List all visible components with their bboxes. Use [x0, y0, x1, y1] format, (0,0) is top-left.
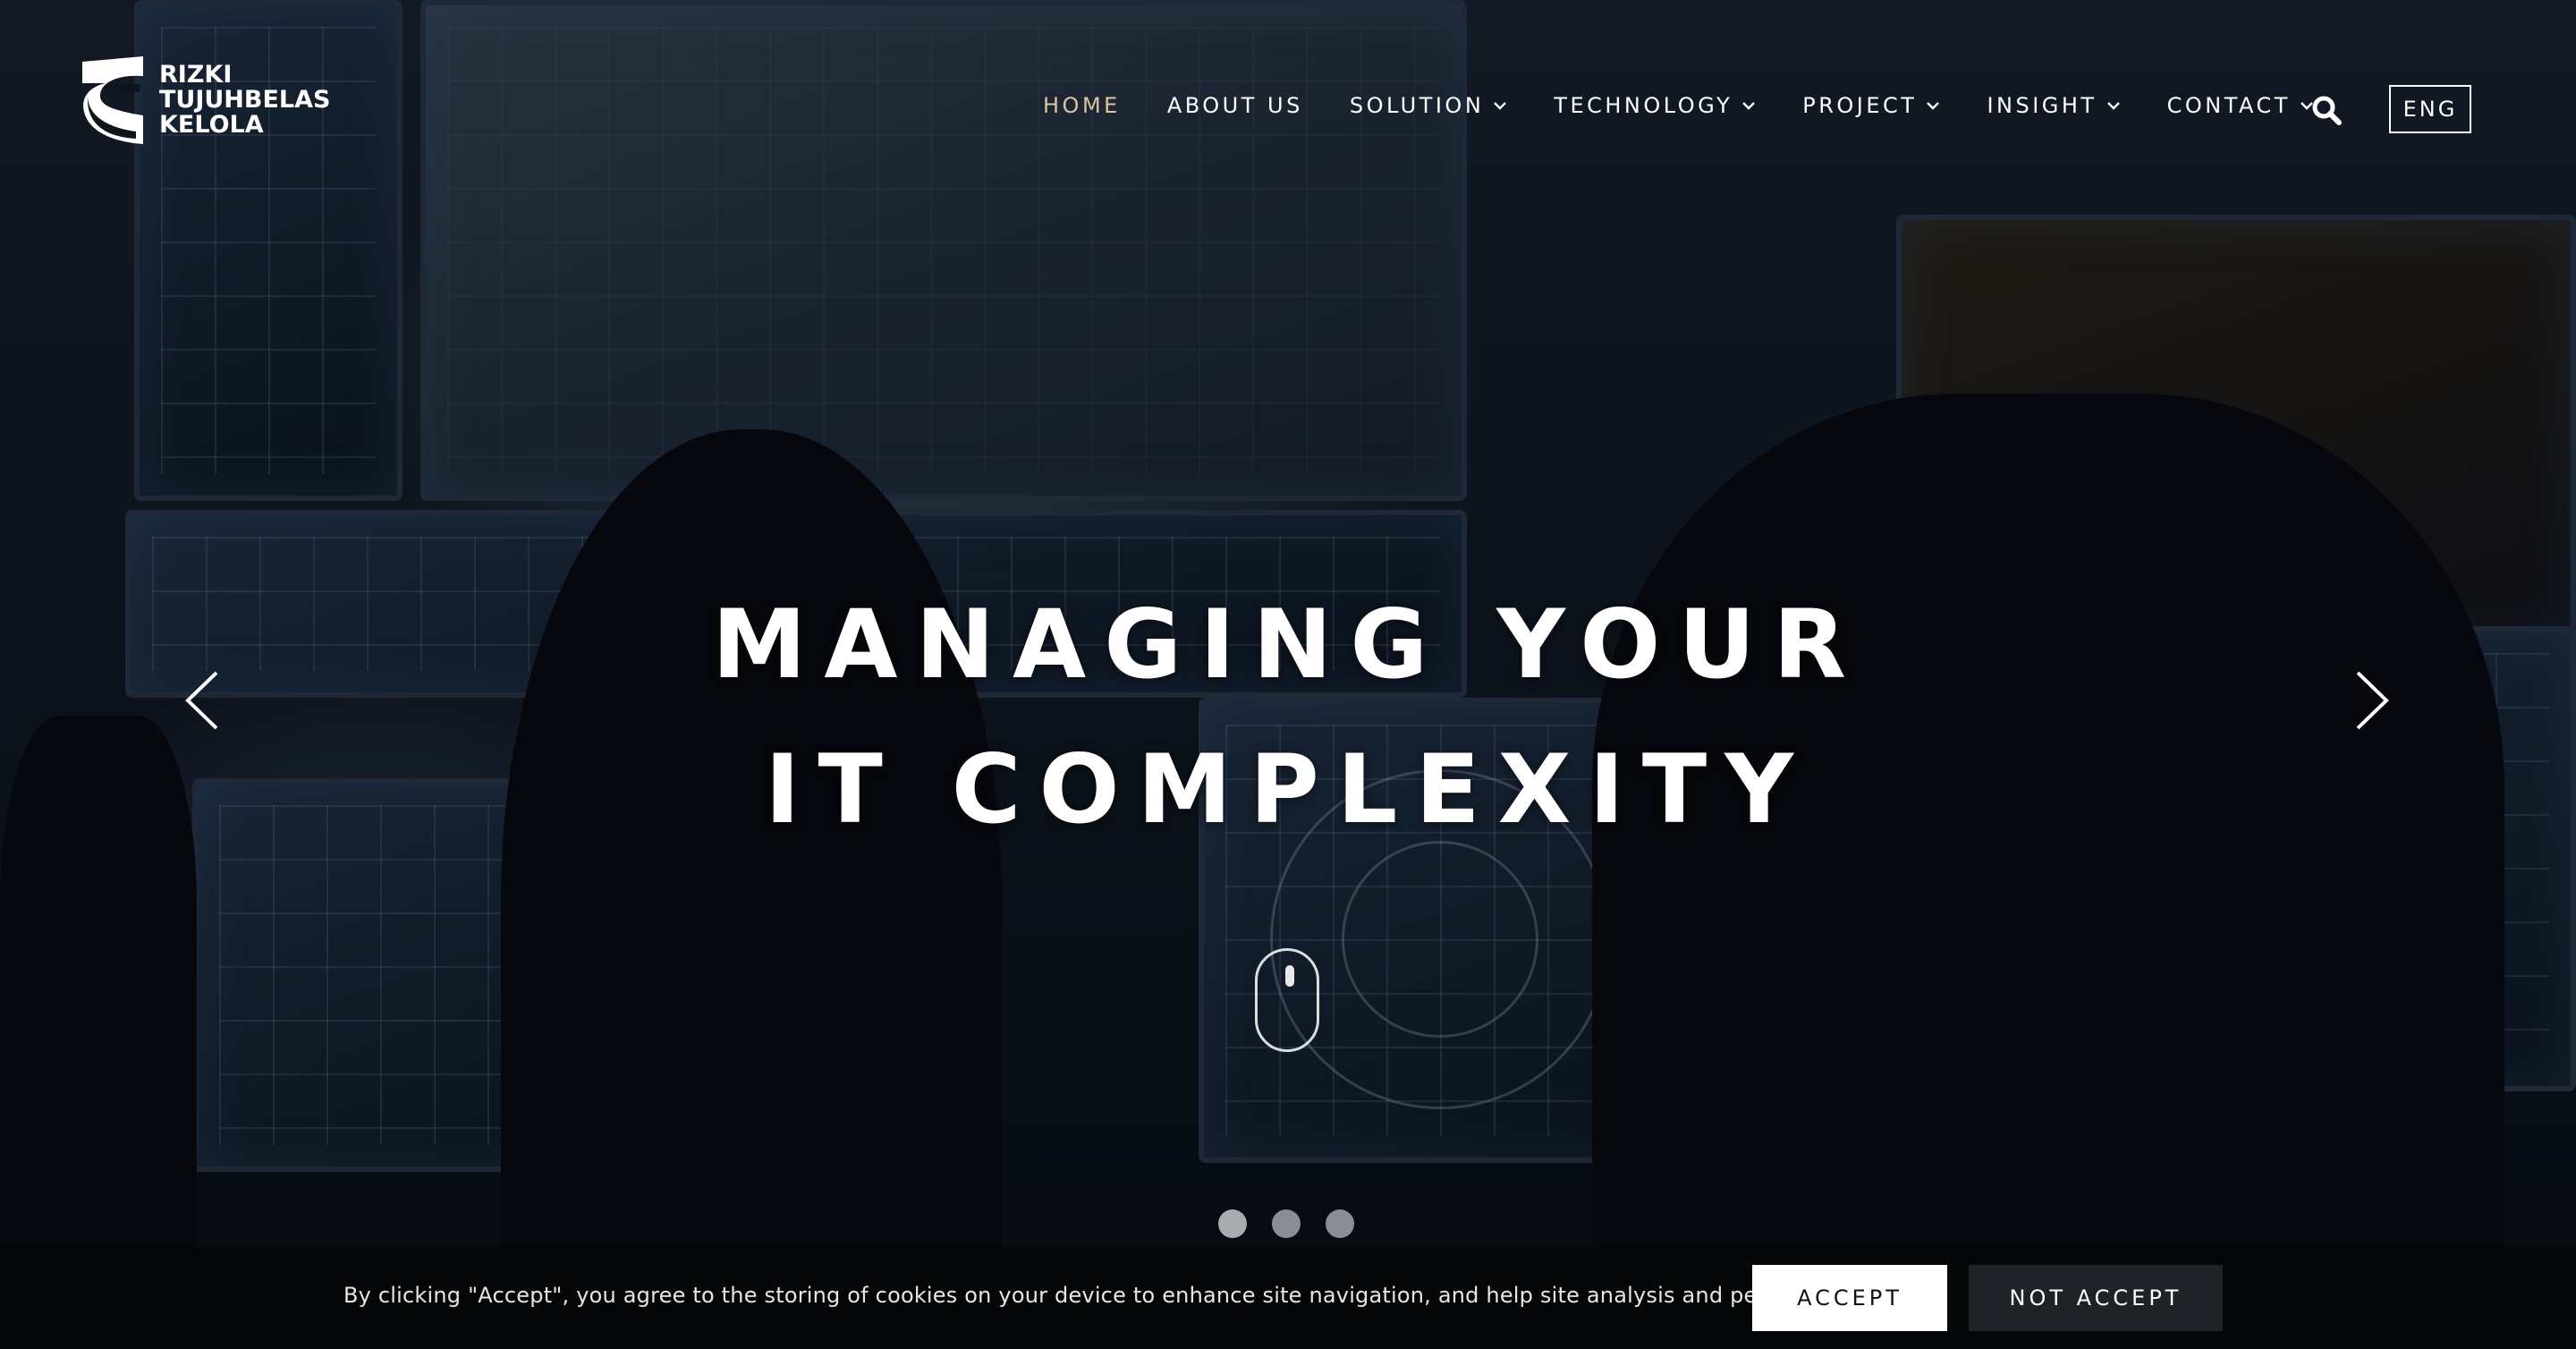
scroll-down-mouse-icon[interactable] — [1255, 948, 1319, 1052]
chevron-down-icon — [2106, 102, 2120, 110]
brand-name-line: TUJUHBELAS — [159, 86, 331, 114]
nav-item-contact[interactable]: CONTACT — [2167, 93, 2314, 118]
nav-item-label: SOLUTION — [1349, 93, 1485, 118]
hero-headline: MANAGING YOUR IT COMPLEXITY — [0, 573, 2576, 862]
main-nav: HOME ABOUT US SOLUTION TECHNOLOGY PROJEC… — [1043, 93, 2360, 118]
accept-button[interactable]: ACCEPT — [1752, 1265, 1947, 1331]
nav-item-label: ABOUT US — [1166, 93, 1303, 118]
nav-item-project[interactable]: PROJECT — [1802, 93, 1940, 118]
logo-mark-icon — [82, 56, 143, 144]
carousel-dot[interactable] — [1272, 1209, 1301, 1238]
nav-item-label: INSIGHT — [1987, 93, 2097, 118]
brand-name-line: RIZKI — [159, 61, 233, 89]
nav-item-technology[interactable]: TECHNOLOGY — [1554, 93, 1756, 118]
chevron-down-icon — [1494, 102, 1507, 110]
chevron-down-icon — [1742, 102, 1756, 110]
language-label: ENG — [2402, 97, 2458, 122]
hero-headline-line: IT COMPLEXITY — [765, 734, 1811, 844]
brand-name: RIZKI TUJUHBELAS KELOLA — [159, 63, 330, 138]
chevron-down-icon — [1927, 102, 1940, 110]
chevron-left-icon — [185, 671, 218, 730]
nav-item-insight[interactable]: INSIGHT — [1987, 93, 2120, 118]
brand-logo[interactable]: RIZKI TUJUHBELAS KELOLA — [80, 55, 330, 145]
nav-item-label: HOME — [1043, 93, 1121, 118]
cookie-message: By clicking "Accept", you agree to the s… — [343, 1283, 1877, 1308]
nav-item-label: CONTACT — [2166, 93, 2291, 118]
brand-name-line: KELOLA — [159, 111, 264, 139]
nav-item-solution[interactable]: SOLUTION — [1350, 93, 1507, 118]
mouse-wheel — [1285, 965, 1294, 987]
nav-item-label: TECHNOLOGY — [1554, 93, 1733, 118]
nav-item-label: PROJECT — [1802, 93, 1918, 118]
search-icon — [2312, 96, 2342, 125]
not-accept-button[interactable]: NOT ACCEPT — [1969, 1265, 2223, 1331]
cookie-banner: By clicking "Accept", you agree to the s… — [0, 1247, 2576, 1349]
language-switch[interactable]: ENG — [2389, 85, 2471, 133]
chevron-right-icon — [2356, 671, 2389, 730]
nav-item-about-us[interactable]: ABOUT US — [1167, 93, 1303, 118]
carousel-dot[interactable] — [1218, 1209, 1247, 1238]
nav-item-home[interactable]: HOME — [1043, 93, 1121, 118]
carousel-dot[interactable] — [1326, 1209, 1354, 1238]
carousel-dots — [1218, 1209, 1354, 1238]
carousel-next-button[interactable] — [2352, 669, 2392, 732]
search-button[interactable] — [2311, 95, 2342, 125]
hero-headline-line: MANAGING YOUR — [711, 590, 1865, 700]
carousel-prev-button[interactable] — [182, 669, 222, 732]
